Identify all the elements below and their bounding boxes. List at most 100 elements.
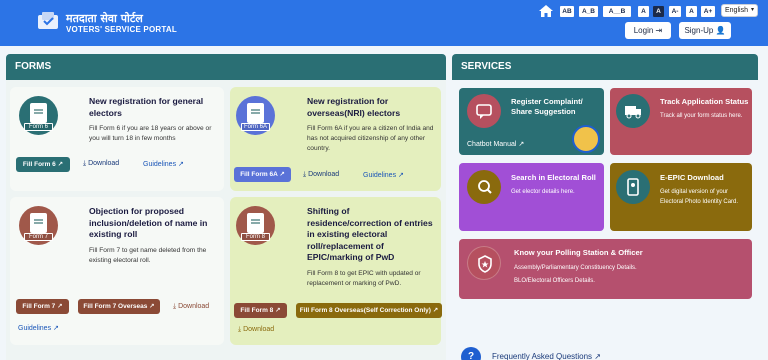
download-icon: ⤓: [238, 326, 242, 333]
e-epic-download-title: E-EPIC Download: [660, 173, 724, 182]
complaint-icon: [467, 94, 501, 128]
form-6-guidelines-link[interactable]: Guidelines ↗: [143, 160, 184, 168]
arrow-up-right-icon: ↗: [594, 352, 601, 360]
download-icon: ⤓: [173, 303, 177, 310]
download-label: Download: [178, 303, 210, 310]
fill-form-8-button[interactable]: Fill Form 8 ↗: [234, 303, 287, 318]
track-application-card[interactable]: Track Application Status Track all your …: [610, 88, 752, 155]
fill-form-6-button[interactable]: Fill Form 6 ↗: [16, 157, 70, 172]
constituency-details-text: Assembly/Parliamentary Constituency Deta…: [514, 265, 637, 271]
form-6a-icon: Form 6A: [236, 96, 275, 135]
search-electoral-roll-description: Get elector details here.: [511, 189, 575, 195]
font-increase-button[interactable]: A+: [701, 6, 715, 17]
fill-form-6-label: Fill Form 6: [22, 161, 56, 168]
document-edit-icon: [247, 213, 264, 233]
fill-form-8-overseas-label: Fill Form 8 Overseas(Self Correction Onl…: [299, 307, 431, 314]
chatbot-mascot-icon[interactable]: [572, 125, 600, 153]
e-epic-download-description: Get digital version of your Electoral Ph…: [660, 189, 739, 205]
form-8-description: Fill Form 8 to get EPIC with updated or …: [307, 270, 421, 287]
form-6a-guidelines-link[interactable]: Guidelines ↗: [363, 171, 404, 179]
form-tag: Form 6: [24, 123, 53, 131]
brand-name-hindi: मतदाता सेवा पोर्टल: [66, 12, 143, 25]
form-7-download-link[interactable]: ⤓ Download: [173, 303, 209, 311]
download-label: Download: [88, 160, 120, 167]
font-spacing-medium-button[interactable]: A_B: [579, 6, 598, 17]
download-icon: ⤓: [303, 171, 307, 178]
form-6-icon: Form 6: [19, 96, 58, 135]
document-globe-icon: [247, 103, 264, 123]
portal-logo-icon[interactable]: [36, 9, 60, 33]
fill-form-7-overseas-label: Fill Form 7 Overseas: [83, 303, 148, 310]
search-electoral-roll-card[interactable]: Search in Electoral Roll Get elector det…: [459, 163, 604, 231]
register-complaint-card[interactable]: Register Complaint/ Share Suggestion Cha…: [459, 88, 604, 155]
guidelines-label: Guidelines: [143, 161, 177, 168]
fill-form-6a-button[interactable]: Fill Form 6A ↗: [234, 167, 291, 182]
document-icon: [30, 103, 47, 123]
arrow-up-right-icon: ↗: [518, 141, 525, 148]
add-user-icon: 👤: [715, 26, 726, 35]
form-6-description: Fill Form 6 if you are 18 years or above…: [89, 125, 212, 142]
forms-section-header: FORMS: [6, 54, 446, 80]
fill-form-8-label: Fill Form 8: [240, 307, 274, 314]
arrow-up-right-icon: ↗: [149, 303, 155, 310]
guidelines-label: Guidelines: [18, 325, 52, 332]
form-7-guidelines-link[interactable]: Guidelines ↗: [18, 324, 59, 332]
arrow-up-right-icon: ↗: [57, 303, 63, 310]
officer-details-text: BLO/Electoral Officers Details.: [514, 278, 595, 284]
shield-icon: [467, 246, 501, 280]
download-icon: ⤓: [83, 160, 87, 167]
form-tag: Form 8: [241, 233, 270, 241]
home-icon[interactable]: [538, 4, 554, 18]
form-7-description: Fill Form 7 to get name deleted from the…: [89, 247, 207, 264]
form-6-title: New registration for general electors: [89, 96, 204, 118]
track-application-title: Track Application Status: [660, 97, 749, 106]
language-select[interactable]: English ▾: [721, 4, 758, 17]
font-spacing-normal-button[interactable]: AB: [560, 6, 574, 17]
faq-link[interactable]: Frequently Asked Questions ↗: [492, 352, 601, 360]
form-6-download-link[interactable]: ⤓ Download: [83, 160, 119, 168]
form-8-title: Shifting of residence/correction of entr…: [307, 206, 433, 262]
signup-button[interactable]: Sign-Up 👤: [679, 22, 731, 39]
truck-icon: [616, 94, 650, 128]
form-8-download-link[interactable]: ⤓ Download: [238, 326, 274, 334]
language-select-value: English: [725, 7, 748, 14]
search-electoral-roll-title: Search in Electoral Roll: [511, 173, 596, 182]
form-tag: Form 6A: [241, 123, 270, 131]
fill-form-7-label: Fill Form 7: [22, 303, 56, 310]
font-normal-button[interactable]: A: [686, 6, 697, 17]
form-tag: Form 7: [24, 233, 53, 241]
login-button[interactable]: Login ⇥: [625, 22, 671, 39]
document-minus-icon: [30, 213, 47, 233]
fill-form-7-overseas-button[interactable]: Fill Form 7 Overseas ↗: [78, 299, 160, 314]
chatbot-manual-label: Chatbot Manual: [467, 141, 517, 148]
arrow-up-right-icon: ↗: [275, 307, 281, 314]
fill-form-6a-label: Fill Form 6A: [240, 171, 278, 178]
e-epic-download-card[interactable]: E-EPIC Download Get digital version of y…: [610, 163, 752, 231]
faq-label: Frequently Asked Questions: [492, 352, 593, 360]
arrow-up-right-icon: ↗: [398, 172, 404, 179]
form-7-title: Objection for proposed inclusion/deletio…: [89, 206, 208, 239]
faq-icon[interactable]: ?: [461, 347, 481, 360]
form-6a-title: New registration for overseas(NRI) elect…: [307, 96, 401, 118]
chevron-down-icon: ▾: [750, 7, 754, 13]
form-7-icon: Form 7: [19, 206, 58, 245]
register-complaint-title: Register Complaint/ Share Suggestion: [511, 97, 583, 116]
polling-station-card[interactable]: Know your Polling Station & Officer Asse…: [459, 239, 752, 299]
arrow-up-right-icon: ↗: [53, 325, 59, 332]
search-icon: [467, 170, 501, 204]
chatbot-manual-link[interactable]: Chatbot Manual ↗: [467, 140, 524, 150]
fill-form-7-button[interactable]: Fill Form 7 ↗: [16, 299, 69, 314]
services-section-header: SERVICES: [452, 54, 758, 80]
signup-label: Sign-Up: [684, 26, 714, 35]
form-6a-download-link[interactable]: ⤓ Download: [303, 171, 339, 179]
form-6a-description: Fill Form 6A if you are a citizen of Ind…: [307, 125, 434, 152]
fill-form-8-overseas-button[interactable]: Fill Form 8 Overseas(Self Correction Onl…: [296, 303, 442, 318]
download-label: Download: [308, 171, 340, 178]
contrast-dark-button[interactable]: A: [653, 6, 664, 17]
id-card-icon: [616, 170, 650, 204]
form-8-icon: Form 8: [236, 206, 275, 245]
contrast-default-button[interactable]: A: [638, 6, 649, 17]
font-decrease-button[interactable]: A-: [669, 6, 681, 17]
font-spacing-large-button[interactable]: A__B: [603, 6, 631, 17]
brand-name-english: VOTERS' SERVICE PORTAL: [66, 25, 177, 34]
